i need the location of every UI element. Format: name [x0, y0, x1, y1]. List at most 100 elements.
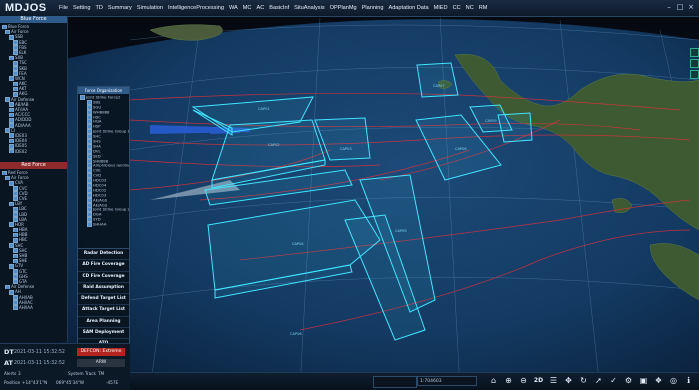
select-icon[interactable]: ➚ — [593, 375, 604, 386]
system-track-label: System Track — [68, 371, 96, 376]
force-organization-tree: Joint Strike Force2 SBS SGU WHB888 HSC HQA HSP… — [78, 94, 129, 228]
close-icon[interactable]: × — [687, 3, 695, 11]
menu-item[interactable]: BasicInf — [269, 5, 289, 11]
action-button[interactable]: CD Fire Coverage — [78, 272, 129, 283]
position-lat: +14°43'1"N — [22, 380, 48, 385]
action-button[interactable]: Radar Detection — [78, 249, 129, 261]
tree-item-label: Joint Strike Force2 — [86, 95, 121, 100]
home-icon[interactable]: ⌂ — [488, 375, 499, 386]
maximize-icon[interactable]: □ — [676, 3, 684, 11]
tree-checkbox[interactable] — [13, 66, 18, 71]
blue-force-header: Blue Force — [0, 16, 67, 23]
menu-item[interactable]: IntelligenceProcessing — [168, 5, 224, 11]
tree-item-label: AE/AGS — [93, 197, 108, 203]
alerts-value: 3 — [18, 371, 21, 376]
tree-checkbox[interactable] — [13, 305, 18, 311]
tree-checkbox[interactable] — [9, 289, 14, 295]
tree-checkbox[interactable] — [9, 143, 14, 149]
menu-item[interactable]: SituAnalysis — [294, 5, 324, 11]
position-label: Position — [4, 380, 21, 385]
position-alt: -457E — [106, 380, 119, 385]
settings-icon[interactable]: ⚙ — [623, 375, 634, 386]
menu-item[interactable]: MIED — [434, 5, 448, 11]
compass-icon[interactable]: ◎ — [668, 375, 679, 386]
window-controls: – □ × — [662, 3, 695, 11]
zoom-out-icon[interactable]: ⊖ — [518, 375, 529, 386]
side-tool-icon[interactable] — [690, 70, 699, 79]
scale-field[interactable]: 1:704603 — [417, 376, 477, 386]
tree-item-label: SHA — [93, 143, 101, 149]
tree-item-label: Amphibious landing — [93, 163, 129, 168]
force-organization-title: Force Organization — [78, 87, 129, 94]
menu-item[interactable]: File — [59, 5, 68, 11]
tree-checkbox[interactable] — [9, 263, 14, 269]
tree-checkbox[interactable] — [87, 222, 92, 228]
minimize-icon[interactable]: – — [665, 3, 673, 11]
tree-checkbox[interactable] — [13, 60, 18, 66]
tree-checkbox[interactable] — [13, 212, 18, 217]
tree-item-label: SHC — [93, 134, 101, 139]
menu-item[interactable]: Setting — [73, 5, 90, 11]
tree-item-label: SHB888 — [93, 158, 109, 164]
zoom-in-icon[interactable]: ⊕ — [503, 375, 514, 386]
menu-item[interactable]: Simulation — [137, 5, 163, 11]
tree-checkbox[interactable] — [9, 117, 14, 123]
cap-area-label: CAP06 — [290, 332, 302, 336]
tree-item[interactable]: IDE02 — [2, 148, 67, 154]
menu-item[interactable]: OPPlanMg — [330, 5, 357, 11]
tree-item[interactable]: SHHAA — [80, 222, 129, 228]
menu-item[interactable]: Planning — [362, 5, 384, 11]
tree-item-label: IDE02 — [15, 148, 27, 154]
side-tool-icon[interactable] — [690, 48, 699, 57]
fullscreen-icon[interactable]: ▣ — [638, 375, 649, 386]
status-panel: DT 2021-03-11 15:32:52 AT 2021-03-11 15:… — [0, 343, 130, 390]
menu-item[interactable]: NC — [466, 5, 474, 11]
rotate-icon[interactable]: ↻ — [578, 375, 589, 386]
red-force-tree: Red Force Air Force CVA CVC CVD CVE LBY LBC LBD L… — [0, 169, 67, 311]
side-tool-icon[interactable] — [690, 59, 699, 68]
2d-toggle[interactable]: 2D — [533, 375, 544, 386]
menu-item[interactable]: Summary — [108, 5, 132, 11]
tree-item-label: Joint Strike Group 1 — [93, 129, 129, 134]
tree-checkbox[interactable] — [13, 206, 18, 212]
action-button[interactable]: AD Fire Coverage — [78, 260, 129, 272]
tree-checkbox[interactable] — [13, 295, 18, 300]
tree-checkbox[interactable] — [9, 34, 14, 40]
pan-icon[interactable]: ✥ — [563, 375, 574, 386]
menu-item[interactable]: AC — [256, 5, 264, 11]
tree-item[interactable]: AH/IAA — [2, 305, 67, 311]
tree-checkbox[interactable] — [9, 180, 14, 186]
layers-icon[interactable]: ☰ — [548, 375, 559, 386]
action-button[interactable]: Area Planning — [78, 317, 129, 329]
measure-icon[interactable]: ✓ — [608, 375, 619, 386]
cap-area-label: CAP01 — [258, 107, 270, 111]
action-button[interactable]: Defend Target List — [78, 294, 129, 306]
menu-item[interactable]: TD — [95, 5, 102, 11]
force-tree-panel: Blue Force Blue Force Air Force SSB EBC FBS E… — [0, 16, 68, 342]
action-button[interactable]: SAM Deployment — [78, 328, 129, 340]
snapshot-icon[interactable]: ❖ — [653, 375, 664, 386]
tree-checkbox[interactable] — [9, 149, 14, 153]
at-value: 2021-03-11 15:32:52 — [14, 360, 65, 366]
info-icon[interactable]: ℹ — [683, 375, 694, 386]
tree-item-label: HSC — [93, 114, 101, 120]
map-search-input[interactable] — [373, 376, 417, 388]
tree-item-label: AD/AAA — [15, 122, 31, 128]
menu-item[interactable]: Adaptation Data — [388, 5, 428, 11]
cap-area-label: CAP03 — [340, 147, 352, 151]
action-button[interactable]: Raid Assumption — [78, 283, 129, 295]
position-lon: 069°45'34"W — [56, 380, 84, 385]
action-button[interactable]: Attack Target List — [78, 305, 129, 317]
menu-item[interactable]: CC — [453, 5, 461, 11]
menu-item[interactable]: RM — [479, 5, 488, 11]
menu-bar: MDJOS File Setting TD Summary Simulation Inte… — [0, 0, 699, 17]
tree-item-label: SYD — [93, 217, 101, 222]
tree-item-label: DVL — [93, 148, 101, 154]
tree-item-label: SGU — [93, 104, 102, 110]
tree-checkbox[interactable] — [80, 95, 85, 100]
menu-item[interactable]: WA — [229, 5, 238, 11]
scale-value: 1:704603 — [420, 379, 442, 384]
menu-item[interactable]: MC — [243, 5, 252, 11]
dt-label: DT — [4, 348, 14, 356]
tree-item-label: DGA — [93, 212, 102, 217]
